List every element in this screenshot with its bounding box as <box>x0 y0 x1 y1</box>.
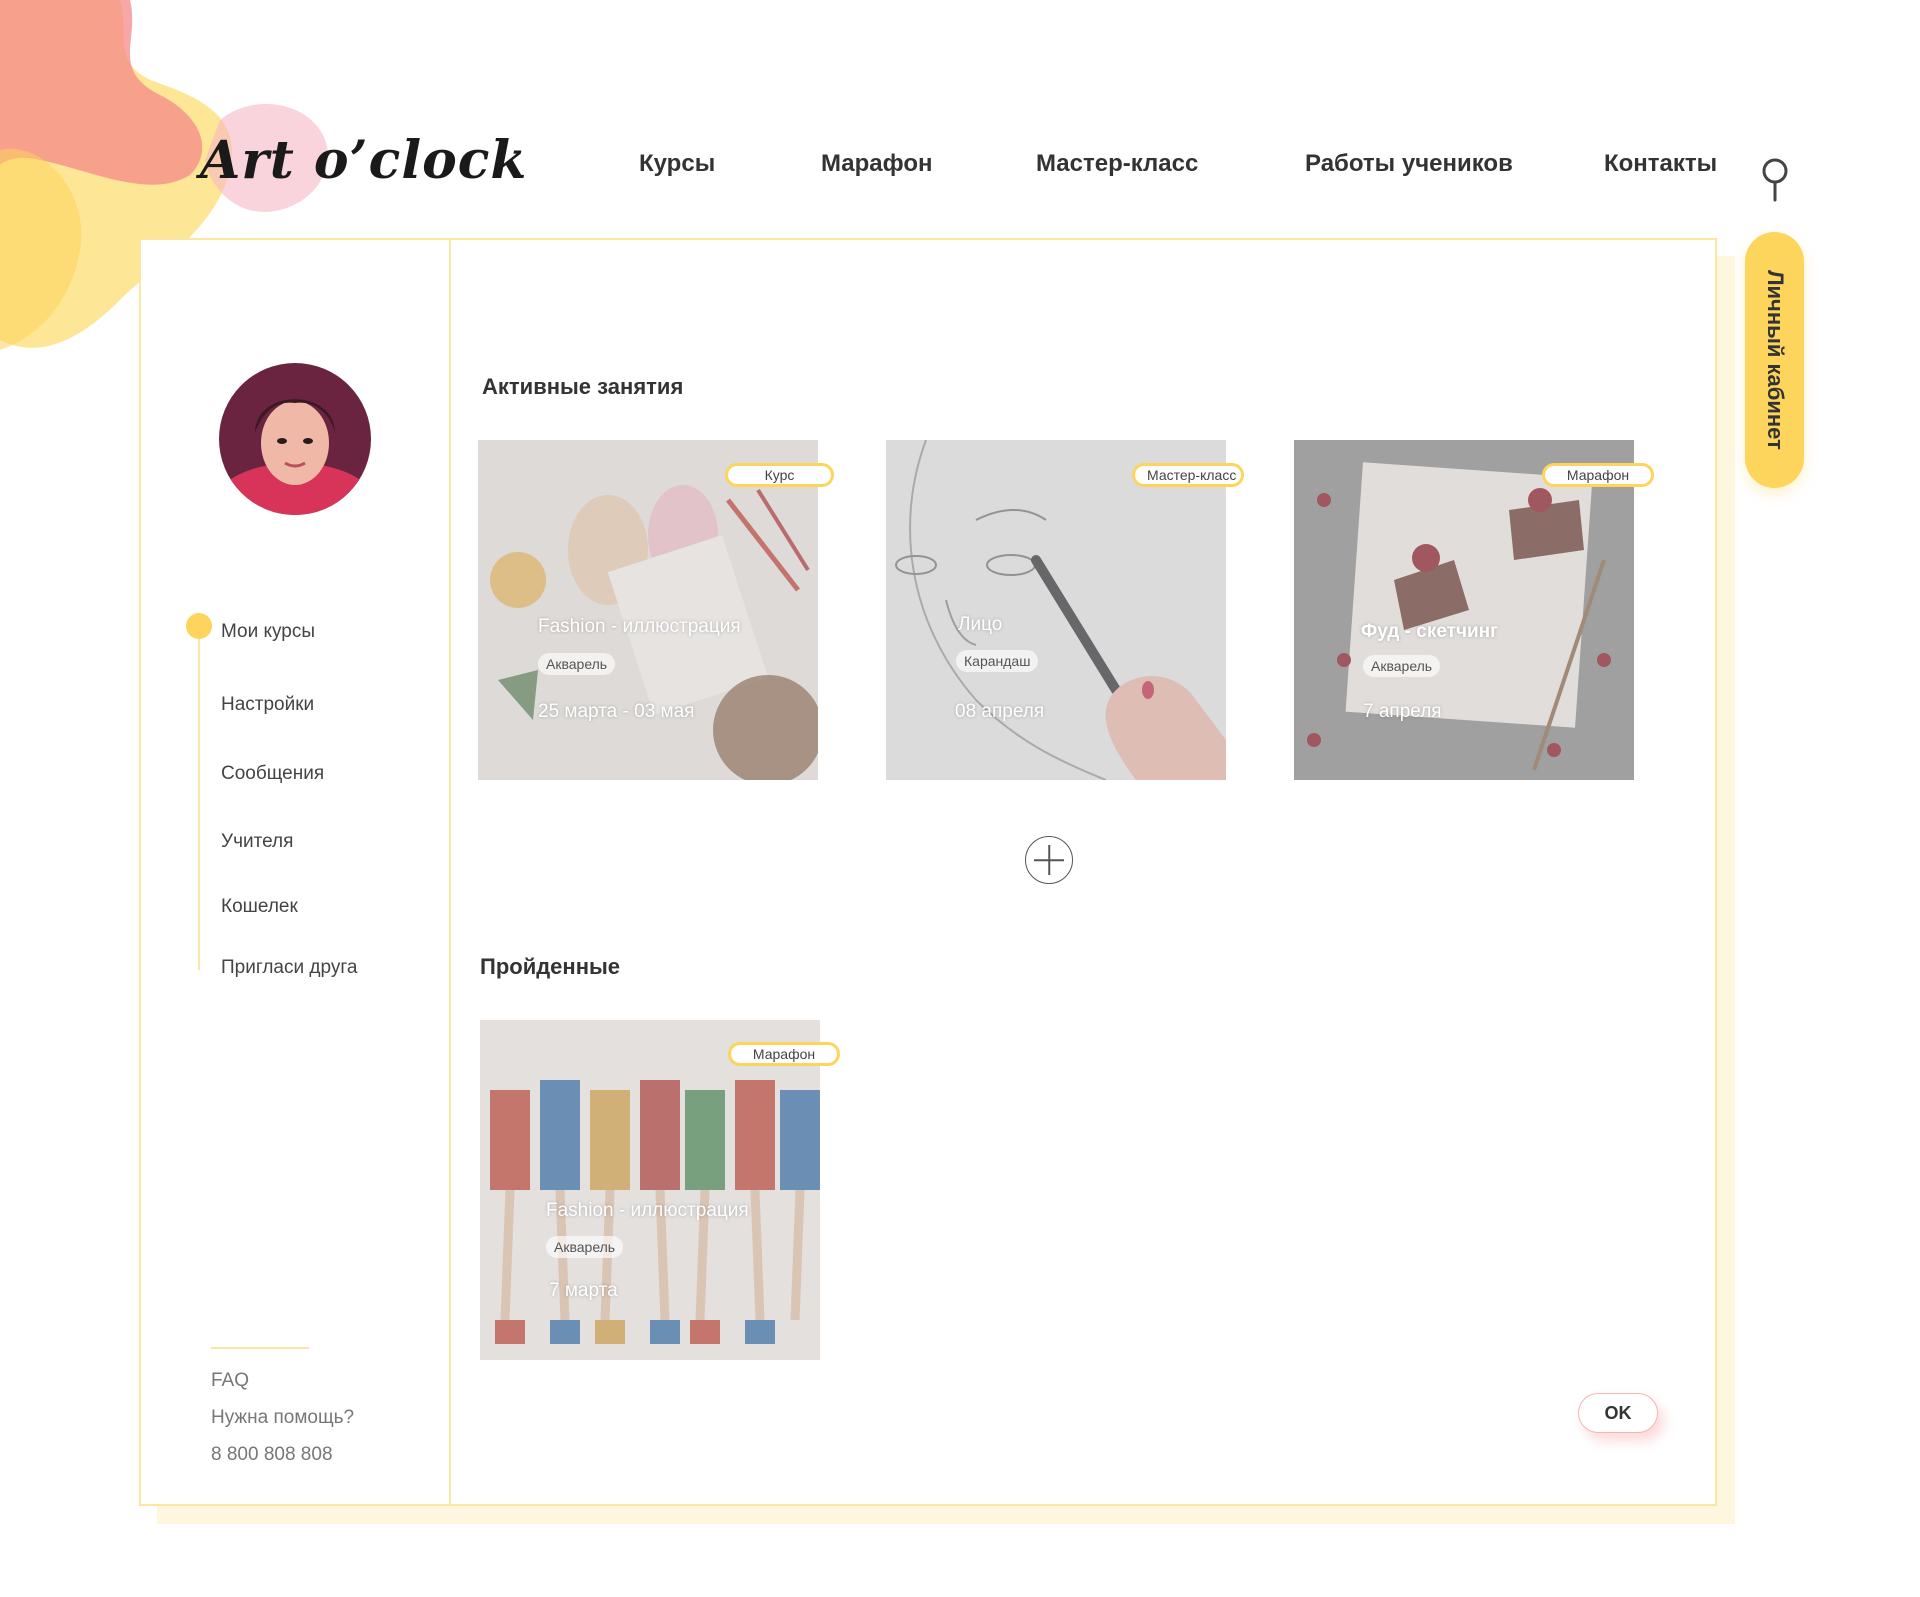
card-date: 08 апреля <box>955 701 1045 722</box>
nav-item-courses[interactable]: Курсы <box>639 150 715 178</box>
active-indicator <box>186 613 212 639</box>
cabinet-panel <box>139 238 1717 1506</box>
card-type-tag: Марафон <box>1542 463 1654 487</box>
course-card[interactable]: Лицо Карандаш 08 апреля <box>886 440 1226 780</box>
main-nav: Курсы Марафон Мастер-класс Работы ученик… <box>0 150 1920 190</box>
card-title: Fashion - иллюстрация <box>546 1200 749 1221</box>
add-course-button[interactable] <box>1025 836 1073 884</box>
card-technique-chip: Карандаш <box>956 650 1039 672</box>
completed-title: Пройденные <box>480 954 621 979</box>
card-date: 25 марта - 03 мая <box>538 701 695 722</box>
personal-cabinet-label: Личный кабинет <box>1762 270 1788 450</box>
card-date: 7 апреля <box>1363 701 1442 722</box>
nav-item-marathon[interactable]: Марафон <box>821 150 932 178</box>
avatar[interactable] <box>219 363 371 515</box>
card-type-tag: Марафон <box>728 1042 840 1066</box>
sidebar-timeline <box>198 630 200 970</box>
card-overlay <box>478 440 818 780</box>
sidebar-item-settings[interactable]: Настройки <box>221 694 314 716</box>
active-lessons-title: Активные занятия <box>482 374 684 399</box>
help-text: Нужна помощь? <box>211 1407 355 1428</box>
sidebar-item-invite-friend[interactable]: Пригласи друга <box>221 957 357 979</box>
search-icon[interactable] <box>1758 156 1792 204</box>
ok-button[interactable]: OK <box>1578 1393 1658 1433</box>
card-technique-chip: Акварель <box>538 653 616 675</box>
sidebar-item-messages[interactable]: Сообщения <box>221 763 324 785</box>
support-phone[interactable]: 8 800 808 808 <box>211 1444 333 1466</box>
course-card[interactable]: Фуд - скетчинг Акварель 7 апреля <box>1294 440 1634 780</box>
card-overlay <box>1294 440 1634 780</box>
nav-item-masterclass[interactable]: Мастер-класс <box>1036 150 1198 178</box>
sidebar-item-teachers[interactable]: Учителя <box>221 831 293 853</box>
card-type-tag: Курс <box>725 463 834 487</box>
card-overlay <box>480 1020 820 1360</box>
card-overlay <box>886 440 1226 780</box>
personal-cabinet-tab[interactable]: Личный кабинет <box>1745 232 1804 488</box>
sidebar-item-my-courses[interactable]: Мои курсы <box>221 621 315 643</box>
nav-item-student-works[interactable]: Работы учеников <box>1305 150 1513 178</box>
card-technique-chip: Акварель <box>546 1236 624 1258</box>
card-date: 7 марта <box>549 1280 618 1301</box>
nav-item-contacts[interactable]: Контакты <box>1604 150 1717 178</box>
card-title: Лицо <box>958 614 1003 635</box>
sidebar-item-wallet[interactable]: Кошелек <box>221 896 298 918</box>
sidebar-footer-divider <box>211 1347 309 1349</box>
card-technique-chip: Акварель <box>1363 655 1441 677</box>
faq-link[interactable]: FAQ <box>211 1370 249 1392</box>
course-card[interactable]: Fashion - иллюстрация Акварель 7 марта <box>480 1020 820 1360</box>
course-card[interactable]: Fashion - иллюстрация Акварель 25 марта … <box>478 440 818 780</box>
card-title: Fashion - иллюстрация <box>538 616 741 637</box>
card-title: Фуд - скетчинг <box>1361 621 1499 642</box>
avatar-image <box>219 363 371 515</box>
card-type-tag: Мастер-класс <box>1132 463 1244 487</box>
sidebar-divider <box>449 238 451 1506</box>
